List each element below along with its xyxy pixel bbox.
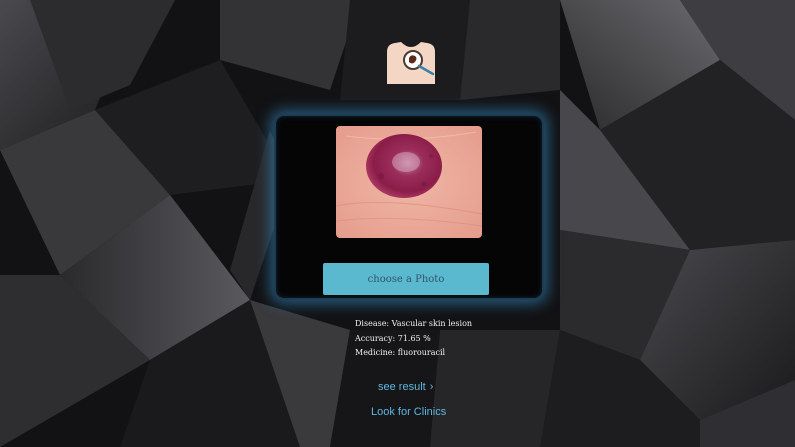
app-logo [379,38,443,86]
look-for-clinics-link[interactable]: Look for Clinics [371,406,446,418]
accuracy-value: 71.65 % [397,333,431,343]
medicine-value: fluorouracil [397,348,446,357]
upload-panel: choose a Photo [274,114,544,300]
chevron-right-icon: › [429,381,434,393]
body-magnifier-icon [387,42,435,84]
disease-label: Disease: [355,319,390,328]
disease-row: Disease: Vascular skin lesion [355,317,472,332]
see-result-link[interactable]: see result › [378,381,433,393]
medicine-row: Medicine: fluorouracil [355,346,472,361]
accuracy-row: Accuracy: 71.65 % [355,332,472,347]
medicine-label: Medicine: [355,348,396,357]
prediction-results: Disease: Vascular skin lesion Accuracy: … [355,317,472,361]
choose-photo-button[interactable]: choose a Photo [323,263,489,295]
lesion-photo [336,126,482,238]
see-result-label: see result [378,381,426,393]
disease-value: Vascular skin lesion [391,319,473,328]
accuracy-label: Accuracy: [355,333,396,343]
